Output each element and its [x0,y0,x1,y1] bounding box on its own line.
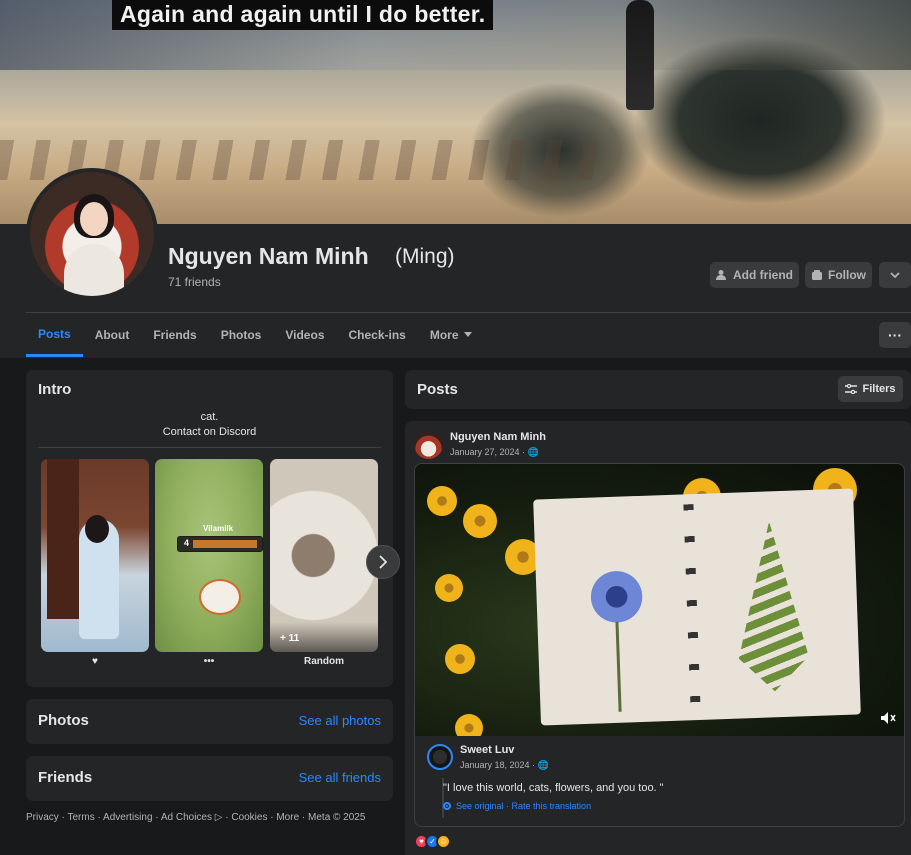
footer-links[interactable]: Privacy · Terms · Advertising · Ad Choic… [26,812,365,823]
intro-bio: cat. Contact on Discord [26,410,393,440]
shared-text: "I love this world, cats, flowers, and y… [443,782,664,794]
shared-post: Sweet Luv January 18, 2024 · 🌐 "I love t… [414,463,905,827]
chevron-right-icon [379,555,388,569]
add-friend-button[interactable]: Add friend [710,262,799,288]
profile-dropdown-button[interactable] [879,262,911,288]
pressed-flower-book [533,488,861,726]
featured-1-head [85,515,109,543]
featured-item-2[interactable]: Vilamilk 4 [155,459,263,652]
translation-links: See original · Rate this translation [442,801,591,811]
intro-divider [38,447,381,448]
cover-figure [626,0,654,110]
follow-label: Follow [828,268,866,282]
haha-react-icon: ☺ [436,834,451,849]
shared-author-name[interactable]: Sweet Luv [460,744,514,756]
shared-date[interactable]: January 18, 2024 · 🌐 [460,760,549,771]
tab-friends[interactable]: Friends [141,313,208,357]
follow-button[interactable]: Follow [805,262,872,288]
photos-title: Photos [38,712,89,729]
featured-2-creature [199,579,241,615]
tab-more-label: More [429,328,459,342]
profile-avatar[interactable] [26,168,158,300]
tab-posts[interactable]: Posts [26,313,83,357]
featured-3-extra-count: + 11 [280,633,300,644]
caret-down-icon [463,332,472,337]
filters-icon [845,384,858,394]
intro-card: Intro cat. Contact on Discord Vilamilk 4… [26,370,400,687]
see-all-photos-link[interactable]: See all photos [299,713,381,728]
avatar-body [64,244,124,296]
featured-2-caption: ••• [203,656,215,667]
post-card: Nguyen Nam Minh January 27, 2024 · 🌐 Swe… [405,421,911,855]
flower-icon [445,644,475,674]
tab-more[interactable]: More [418,313,484,357]
flower-icon [427,486,457,516]
add-friend-icon [716,270,726,280]
featured-2-game-name: Vilamilk [203,524,234,533]
shared-author-avatar[interactable] [427,744,453,770]
posts-title: Posts [417,381,458,398]
see-all-friends-link[interactable]: See all friends [299,770,381,785]
filters-label: Filters [862,383,896,395]
profile-tabs: Posts About Friends Photos Videos Check-… [26,313,484,357]
featured-2-health-fill [193,540,257,548]
profile-alt-name: (Ming) [395,245,455,268]
flower-icon [455,714,483,736]
post-author-avatar[interactable] [414,430,443,459]
tab-check-ins[interactable]: Check-ins [337,313,418,357]
bio-line-1: cat. [200,411,219,423]
pressed-bloom [585,565,648,628]
translation-links-text[interactable]: See original · Rate this translation [456,801,591,811]
reaction-summary[interactable]: ♥ ✓ ☺ [414,834,451,849]
flower-icon [463,504,497,538]
avatar-face [80,202,108,236]
posts-header: Posts Filters [405,370,911,409]
cover-caption: Again and again until I do better. [112,0,494,30]
follow-icon [812,270,822,280]
profile-name: Nguyen Nam Minh [168,243,369,269]
more-options-button[interactable]: ··· [879,322,911,348]
photos-card: Photos See all photos [26,699,393,744]
tab-videos[interactable]: Videos [273,313,336,357]
bio-line-2: Contact on Discord [162,426,257,438]
carousel-next-button[interactable] [366,545,400,579]
featured-3-caption: Random [304,656,344,667]
book-spine [683,504,701,715]
filters-button[interactable]: Filters [838,376,903,402]
featured-1-door [47,459,79,619]
featured-item-1[interactable] [41,459,149,652]
featured-item-3[interactable]: + 11 [270,459,378,652]
pressed-stem [615,621,622,712]
gear-icon [443,802,451,810]
featured-2-level: 4 [183,538,189,548]
post-date[interactable]: January 27, 2024 · 🌐 [450,447,539,458]
post-author-name[interactable]: Nguyen Nam Minh [450,431,546,443]
add-friend-label: Add friend [733,268,793,282]
friends-count[interactable]: 71 friends [168,275,221,289]
tab-photos[interactable]: Photos [209,313,274,357]
tab-about[interactable]: About [83,313,142,357]
post-video[interactable] [415,464,904,736]
mute-icon[interactable] [880,711,896,728]
featured-1-caption: ♥ [92,656,98,667]
flower-icon [435,574,463,602]
friends-card: Friends See all friends [26,756,393,801]
chevron-down-icon [890,272,900,279]
intro-title: Intro [38,381,72,398]
friends-title: Friends [38,769,93,786]
pressed-fern [734,520,810,692]
